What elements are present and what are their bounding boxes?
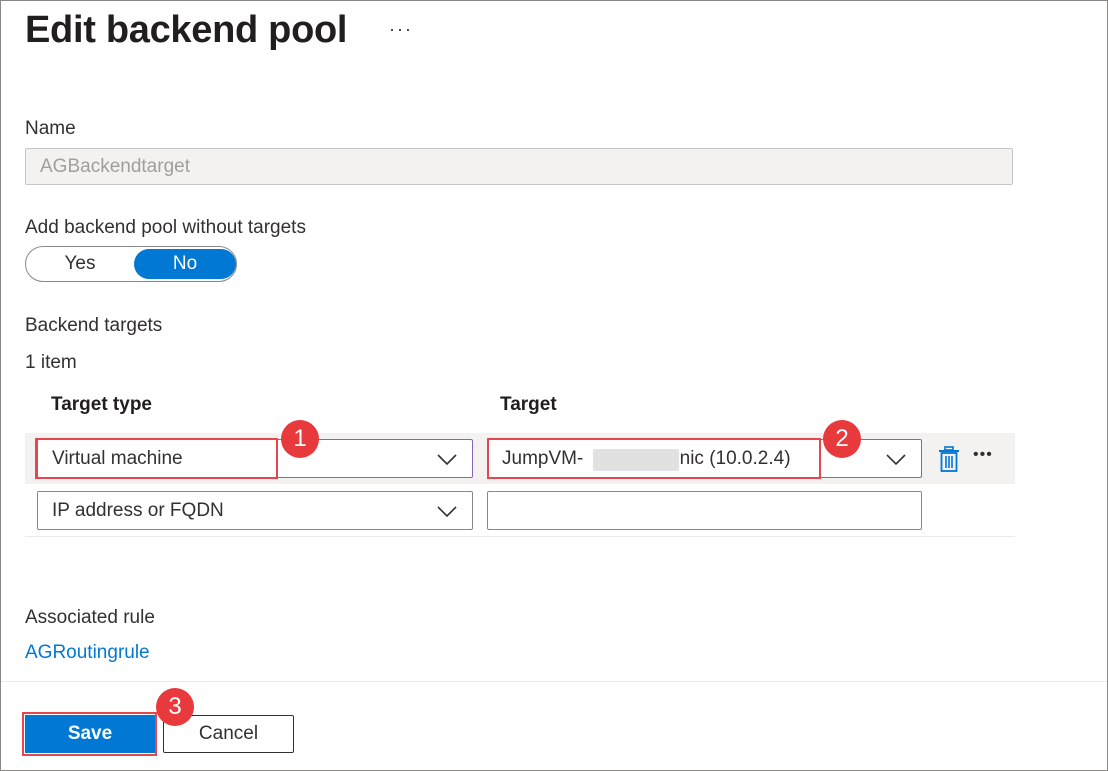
chevron-down-icon bbox=[437, 506, 457, 518]
highlight-box-3 bbox=[22, 712, 157, 756]
step-badge-2: 2 bbox=[823, 420, 861, 458]
page-title: Edit backend pool bbox=[25, 9, 348, 51]
target-type-value: IP address or FQDN bbox=[52, 500, 224, 521]
row-divider bbox=[25, 536, 1015, 537]
toggle-yes-option[interactable]: Yes bbox=[26, 247, 134, 281]
target-input-row2[interactable] bbox=[487, 491, 922, 530]
chevron-down-icon bbox=[886, 454, 906, 466]
step-badge-3: 3 bbox=[156, 688, 194, 726]
highlight-box-1 bbox=[35, 438, 278, 479]
footer-divider bbox=[1, 681, 1107, 682]
name-label: Name bbox=[25, 118, 76, 139]
more-actions-button[interactable]: ··· bbox=[389, 19, 413, 40]
step-badge-1: 1 bbox=[281, 420, 319, 458]
column-header-target-type: Target type bbox=[51, 394, 153, 415]
edit-backend-pool-panel: Edit backend pool ··· Name Add backend p… bbox=[0, 0, 1108, 771]
backend-targets-label: Backend targets bbox=[25, 315, 163, 336]
without-targets-label: Add backend pool without targets bbox=[25, 217, 306, 238]
chevron-down-icon bbox=[437, 454, 457, 466]
without-targets-toggle[interactable]: Yes No bbox=[25, 246, 237, 282]
name-field[interactable] bbox=[25, 148, 1013, 185]
row-more-icon[interactable]: ••• bbox=[973, 446, 993, 464]
column-header-target: Target bbox=[500, 394, 557, 415]
toggle-no-option[interactable]: No bbox=[134, 249, 236, 279]
trash-icon[interactable] bbox=[937, 446, 961, 473]
associated-rule-label: Associated rule bbox=[25, 607, 155, 628]
associated-rule-link[interactable]: AGRoutingrule bbox=[25, 642, 150, 664]
target-type-dropdown-row2[interactable]: IP address or FQDN bbox=[37, 491, 473, 530]
highlight-box-2 bbox=[487, 438, 821, 479]
item-count: 1 item bbox=[25, 352, 77, 373]
